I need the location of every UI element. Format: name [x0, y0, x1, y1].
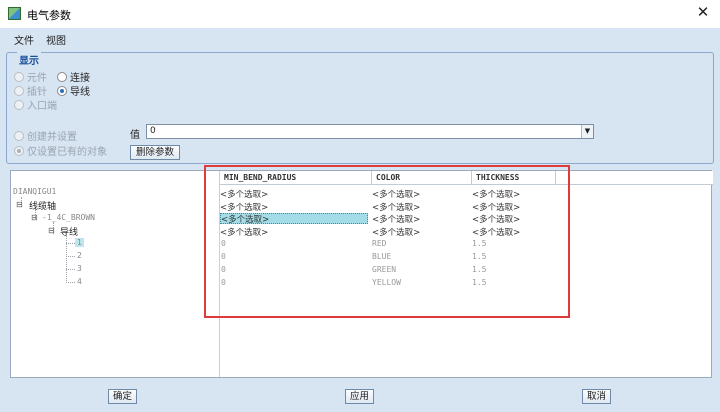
radio-entry[interactable]: 入口端: [14, 97, 57, 112]
tree-connector: [66, 243, 75, 244]
tree-harness[interactable]: 线缆轴: [29, 199, 56, 212]
radio-connection-label: 连接: [70, 73, 90, 84]
tree-connector: [66, 256, 75, 257]
tree-cable[interactable]: -1_4C_BROWN: [42, 213, 95, 222]
radio-dot: [57, 71, 67, 82]
collapse-icon[interactable]: ⊟: [48, 226, 55, 235]
radio-only-existing-label: 仅设置已有的对象: [27, 147, 107, 158]
radio-pin-label: 插针: [27, 87, 47, 98]
window-title: 电气参数: [27, 9, 71, 22]
radio-wire-label: 导线: [70, 87, 90, 98]
radio-create-label: 创建并设置: [27, 132, 77, 143]
radio-component[interactable]: 元件: [14, 69, 47, 84]
highlight-box: [204, 165, 570, 318]
radio-dot: [14, 130, 24, 141]
radio-wire[interactable]: 导线: [57, 83, 90, 98]
radio-component-label: 元件: [27, 73, 47, 84]
radio-entry-label: 入口端: [27, 101, 57, 112]
menu-bar: 文件 视图: [0, 28, 720, 48]
apply-button[interactable]: 应用: [345, 389, 374, 404]
title-bar: 电气参数 ✕: [0, 0, 720, 28]
delete-parameter-button[interactable]: 删除参数: [130, 145, 180, 160]
tree-connector: [66, 282, 75, 283]
radio-dot: [14, 85, 24, 96]
tree-wire-4[interactable]: 4: [77, 277, 82, 286]
close-button[interactable]: ✕: [686, 0, 720, 26]
radio-dot: [14, 99, 24, 110]
value-combo[interactable]: 0 ▼: [146, 124, 594, 139]
chevron-down-icon[interactable]: ▼: [581, 125, 593, 138]
display-group: 显示: [6, 52, 714, 164]
radio-connection[interactable]: 连接: [57, 69, 90, 84]
radio-dot-selected: [57, 85, 67, 96]
tree-wire-1[interactable]: 1: [75, 238, 84, 247]
display-legend: 显示: [17, 52, 41, 67]
tree-wire-3[interactable]: 3: [77, 264, 82, 273]
value-label: 值: [130, 130, 140, 141]
collapse-icon[interactable]: ⊟: [31, 213, 38, 222]
radio-dot: [14, 71, 24, 82]
radio-dot-selected: [14, 145, 24, 156]
menu-view[interactable]: 视图: [46, 32, 66, 47]
ok-button[interactable]: 确定: [108, 389, 137, 404]
app-icon: [8, 7, 21, 20]
value-current: 0: [150, 126, 156, 136]
collapse-icon[interactable]: ⊟: [16, 200, 23, 209]
radio-only-existing[interactable]: 仅设置已有的对象: [14, 143, 107, 158]
menu-file[interactable]: 文件: [14, 32, 34, 47]
tree-root[interactable]: DIANQIGU1: [13, 187, 56, 196]
radio-create-and-set[interactable]: 创建并设置: [14, 128, 77, 143]
tree-wire-2[interactable]: 2: [77, 251, 82, 260]
tree-connector: [66, 269, 75, 270]
tree-wire-group[interactable]: 导线: [60, 225, 78, 238]
radio-pin[interactable]: 插针: [14, 83, 47, 98]
cancel-button[interactable]: 取消: [582, 389, 611, 404]
